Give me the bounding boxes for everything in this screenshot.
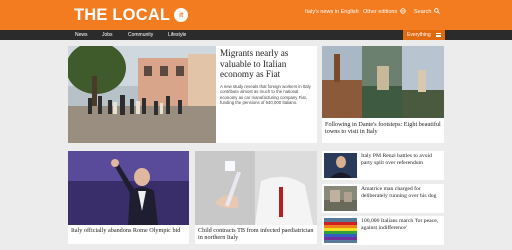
nav-jobs[interactable]: Jobs bbox=[102, 30, 113, 40]
site-logo[interactable]: THE LOCAL it bbox=[74, 6, 189, 24]
nav-lifestyle[interactable]: Lifestyle bbox=[168, 30, 186, 40]
search-link[interactable]: Search bbox=[414, 7, 441, 17]
renzi-article-image bbox=[324, 153, 357, 178]
nav-news[interactable]: News bbox=[75, 30, 88, 40]
olympic-article-card[interactable]: Italy officially abandons Rome Olympic b… bbox=[68, 151, 189, 244]
amatrice-article-title[interactable]: Amatrice man charged for deliberately ru… bbox=[361, 186, 443, 199]
other-editions-link[interactable]: Other editions bbox=[363, 7, 406, 17]
globe-icon bbox=[400, 8, 406, 16]
renzi-article-card[interactable]: Italy PM Renzi battles to avoid party sp… bbox=[322, 151, 444, 180]
tb-article-image bbox=[195, 151, 317, 225]
olympic-article-title[interactable]: Italy officially abandons Rome Olympic b… bbox=[71, 227, 187, 234]
renzi-article-title[interactable]: Italy PM Renzi battles to avoid party sp… bbox=[361, 153, 443, 166]
italy-news-label: Italy's news in English bbox=[305, 9, 359, 15]
tb-article-title[interactable]: Child contracts TB from infected paediat… bbox=[198, 227, 316, 242]
everything-menu-button[interactable]: Everything bbox=[403, 30, 445, 40]
amatrice-article-image bbox=[324, 186, 357, 211]
peace-article-title[interactable]: 100,000 Italians march 'for peace, again… bbox=[361, 218, 443, 231]
feature-article-summary: A new study reveals that foreign workers… bbox=[220, 84, 311, 105]
search-icon bbox=[434, 8, 441, 16]
peace-article-card[interactable]: 100,000 Italians march 'for peace, again… bbox=[322, 216, 444, 245]
feature-article-image bbox=[68, 46, 216, 143]
italy-news-link[interactable]: Italy's news in English bbox=[305, 7, 359, 17]
peace-article-image bbox=[324, 218, 357, 243]
tb-article-card[interactable]: Child contracts TB from infected paediat… bbox=[195, 151, 317, 244]
feature-article-title[interactable]: Migrants nearly as valuable to Italian e… bbox=[220, 48, 314, 80]
olympic-article-image bbox=[68, 151, 189, 225]
main-nav: News Jobs Community Lifestyle Everything bbox=[0, 30, 512, 40]
logo-badge: it bbox=[174, 8, 189, 22]
dante-article-title[interactable]: Following in Dante's footsteps: Eight be… bbox=[325, 121, 443, 136]
dante-article-image bbox=[322, 46, 444, 118]
site-header: THE LOCAL it Italy's news in English Oth… bbox=[0, 0, 512, 30]
nav-community[interactable]: Community bbox=[128, 30, 153, 40]
amatrice-article-card[interactable]: Amatrice man charged for deliberately ru… bbox=[322, 184, 444, 213]
logo-text: THE LOCAL bbox=[74, 6, 171, 24]
search-label: Search bbox=[414, 9, 432, 15]
everything-label: Everything bbox=[407, 32, 431, 38]
feature-article-card[interactable]: Migrants nearly as valuable to Italian e… bbox=[68, 46, 317, 143]
other-editions-label: Other editions bbox=[363, 9, 398, 15]
hamburger-icon bbox=[436, 33, 441, 37]
dante-article-card[interactable]: Following in Dante's footsteps: Eight be… bbox=[322, 46, 444, 143]
